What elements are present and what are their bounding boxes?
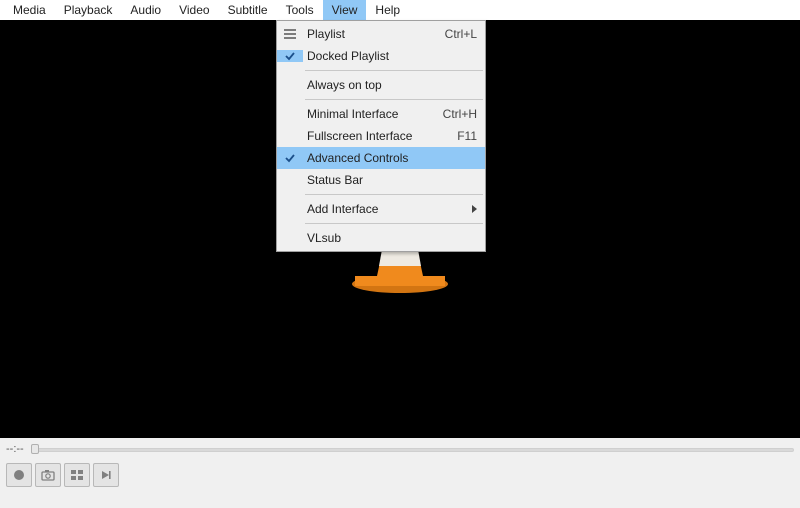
menu-media[interactable]: Media	[4, 0, 55, 20]
snapshot-button[interactable]	[35, 463, 61, 487]
seek-bar-row: --:--	[0, 438, 800, 460]
menu-item-label: Status Bar	[303, 173, 477, 187]
menu-tools[interactable]: Tools	[277, 0, 323, 20]
menu-item-shortcut: F11	[451, 129, 477, 143]
menu-separator	[305, 70, 483, 71]
menu-item-minimal-interface[interactable]: Minimal Interface Ctrl+H	[277, 103, 485, 125]
menu-item-playlist[interactable]: Playlist Ctrl+L	[277, 23, 485, 45]
menu-view[interactable]: View	[323, 0, 367, 20]
menu-item-label: VLsub	[303, 231, 477, 245]
menu-separator	[305, 99, 483, 100]
menu-item-label: Fullscreen Interface	[303, 129, 451, 143]
seek-slider[interactable]	[32, 446, 794, 452]
menu-help[interactable]: Help	[366, 0, 409, 20]
menu-item-shortcut: Ctrl+L	[439, 27, 477, 41]
loop-ab-icon	[70, 469, 84, 481]
menu-item-label: Always on top	[303, 78, 477, 92]
view-dropdown: Playlist Ctrl+L Docked Playlist Always o…	[276, 20, 486, 252]
record-icon	[13, 469, 25, 481]
seek-thumb[interactable]	[31, 444, 39, 454]
time-elapsed: --:--	[6, 443, 24, 455]
menu-video[interactable]: Video	[170, 0, 218, 20]
seek-track	[32, 448, 794, 452]
menu-subtitle[interactable]: Subtitle	[219, 0, 277, 20]
menu-audio[interactable]: Audio	[121, 0, 170, 20]
submenu-arrow-icon	[472, 205, 477, 213]
menu-item-label: Advanced Controls	[303, 151, 477, 165]
menubar: Media Playback Audio Video Subtitle Tool…	[0, 0, 800, 20]
menu-item-vlsub[interactable]: VLsub	[277, 227, 485, 249]
menu-item-label: Playlist	[303, 27, 439, 41]
menu-item-docked-playlist[interactable]: Docked Playlist	[277, 45, 485, 67]
menu-item-label: Docked Playlist	[303, 49, 477, 63]
loop-ab-button[interactable]	[64, 463, 90, 487]
frame-step-button[interactable]	[93, 463, 119, 487]
menu-item-fullscreen-interface[interactable]: Fullscreen Interface F11	[277, 125, 485, 147]
check-icon	[277, 50, 303, 62]
advanced-controls-toolbar	[0, 460, 800, 490]
menu-playback[interactable]: Playback	[55, 0, 122, 20]
menu-separator	[305, 194, 483, 195]
frame-step-icon	[100, 469, 112, 481]
menu-item-status-bar[interactable]: Status Bar	[277, 169, 485, 191]
menu-item-advanced-controls[interactable]: Advanced Controls	[277, 147, 485, 169]
menu-item-shortcut: Ctrl+H	[437, 107, 477, 121]
menu-item-always-on-top[interactable]: Always on top	[277, 74, 485, 96]
record-button[interactable]	[6, 463, 32, 487]
check-icon	[277, 152, 303, 164]
menu-separator	[305, 223, 483, 224]
camera-icon	[41, 469, 55, 481]
menu-item-add-interface[interactable]: Add Interface	[277, 198, 485, 220]
menu-item-label: Minimal Interface	[303, 107, 437, 121]
menu-item-label: Add Interface	[303, 202, 472, 216]
playlist-icon	[277, 28, 303, 40]
